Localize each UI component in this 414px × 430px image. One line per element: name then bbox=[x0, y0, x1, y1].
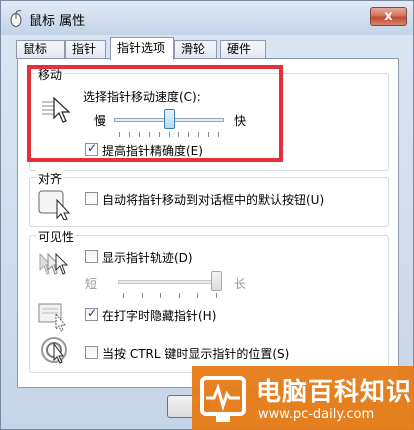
slider-tick bbox=[179, 293, 180, 298]
slider-tick bbox=[160, 293, 161, 298]
hide-while-typing-icon bbox=[38, 303, 67, 332]
tab-wheel[interactable]: 滑轮 bbox=[174, 40, 217, 59]
slider-tick bbox=[159, 132, 160, 137]
slider-tick bbox=[149, 132, 150, 137]
window-title: 鼠标 属性 bbox=[29, 14, 86, 29]
slider-tick bbox=[208, 132, 209, 137]
precision-label[interactable]: 提高指针精确度(E) bbox=[102, 142, 203, 159]
slider-tick bbox=[139, 132, 140, 137]
pointer-trails-icon bbox=[39, 252, 69, 275]
trails-slider-thumb[interactable] bbox=[211, 271, 222, 291]
speed-slider-thumb[interactable] bbox=[163, 109, 175, 129]
checkmark-icon: ✓ bbox=[86, 306, 98, 320]
snap-group: 对齐 ✓ 自动将指针移动到对话框中的默认按钮(U) bbox=[29, 170, 389, 227]
speed-label: 选择指针移动速度(C): bbox=[83, 90, 201, 104]
slider-tick bbox=[169, 132, 170, 137]
trails-label[interactable]: 显示指针轨迹(D) bbox=[102, 249, 193, 266]
precision-checkbox[interactable]: ✓ bbox=[85, 141, 98, 156]
ctrl-location-label[interactable]: 当按 CTRL 键时显示指针的位置(S) bbox=[102, 345, 289, 362]
tab-panel: 移动 选择指针移动速度(C): 慢 快 ✓ 提高指针精确度(E) 对齐 自动将指… bbox=[17, 58, 399, 388]
watermark-url: www.pc-daily.com bbox=[258, 407, 375, 422]
ctrl-location-checkbox[interactable]: ✓ bbox=[85, 346, 98, 359]
speed-slider-ticks bbox=[114, 132, 224, 137]
mouse-icon bbox=[10, 10, 22, 27]
monitor-stand bbox=[216, 416, 230, 422]
checkmark-icon: ✓ bbox=[86, 141, 98, 155]
pulse-icon bbox=[206, 383, 240, 412]
motion-group-label: 移动 bbox=[36, 66, 65, 83]
watermark: 电脑百科知识 www.pc-daily.com bbox=[192, 366, 414, 430]
tab-buttons[interactable]: 鼠标键 bbox=[16, 40, 65, 73]
snap-checkbox[interactable]: ✓ bbox=[85, 192, 98, 205]
visibility-group: 可见性 ✓ 显示指针轨迹(D) 短 长 ✓ bbox=[29, 228, 389, 373]
slider-tick bbox=[216, 293, 217, 298]
hide-typing-label[interactable]: 在打字时隐藏指针(H) bbox=[102, 307, 216, 324]
slider-tick bbox=[218, 132, 219, 137]
slider-tick bbox=[129, 132, 130, 137]
slider-tick bbox=[188, 132, 189, 137]
snap-label[interactable]: 自动将指针移动到对话框中的默认按钮(U) bbox=[102, 191, 324, 208]
show-location-icon bbox=[41, 337, 67, 364]
slider-tick bbox=[142, 293, 143, 298]
slider-tick bbox=[123, 293, 124, 298]
monitor-logo-icon bbox=[200, 376, 246, 416]
short-label: 短 bbox=[85, 277, 98, 291]
hide-typing-checkbox[interactable]: ✓ bbox=[85, 306, 98, 321]
close-button[interactable]: x bbox=[370, 7, 407, 26]
tab-pointers[interactable]: 指针 bbox=[65, 40, 106, 59]
fast-label: 快 bbox=[234, 114, 247, 128]
pointer-speed-icon bbox=[42, 96, 71, 123]
trails-slider-ticks bbox=[118, 293, 222, 298]
close-icon: x bbox=[384, 9, 393, 24]
snap-group-label: 对齐 bbox=[36, 170, 65, 187]
watermark-title: 电脑百科知识 bbox=[256, 377, 413, 406]
title-bar[interactable]: 鼠标 属性 x bbox=[1, 1, 413, 35]
tab-hardware[interactable]: 硬件 bbox=[220, 40, 266, 59]
trails-checkbox[interactable]: ✓ bbox=[85, 250, 98, 263]
motion-group: 移动 选择指针移动速度(C): 慢 快 ✓ 提高指针精确度(E) bbox=[29, 66, 389, 171]
trails-slider-track[interactable] bbox=[118, 280, 222, 284]
long-label: 长 bbox=[234, 277, 247, 291]
slow-label: 慢 bbox=[94, 114, 107, 128]
tab-pointer-options[interactable]: 指针选项 bbox=[110, 37, 174, 60]
slider-tick bbox=[197, 293, 198, 298]
slider-tick bbox=[198, 132, 199, 137]
slider-tick bbox=[178, 132, 179, 137]
snap-to-button-icon bbox=[38, 190, 71, 220]
slider-tick bbox=[119, 132, 120, 137]
visibility-group-label: 可见性 bbox=[36, 228, 77, 245]
